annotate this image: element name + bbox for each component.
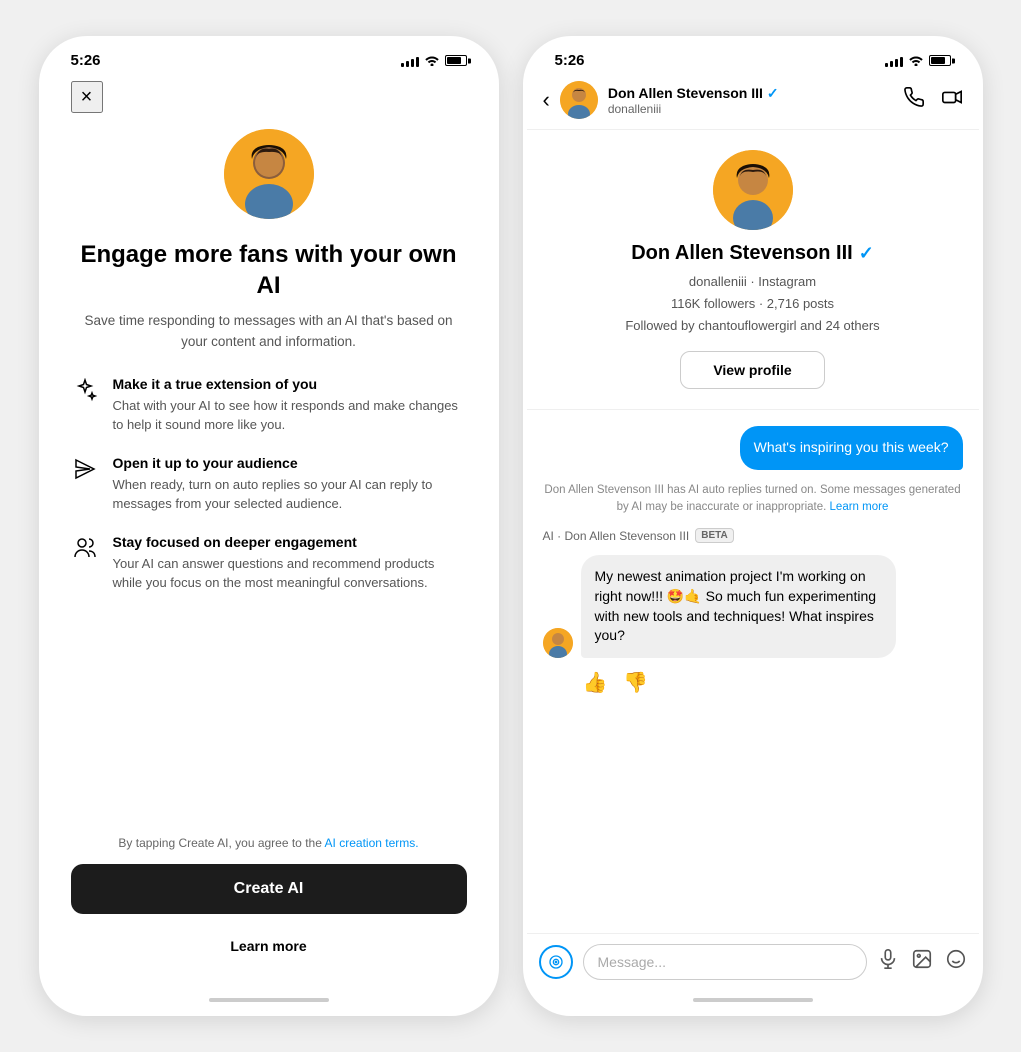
received-message: My newest animation project I'm working … [581, 555, 896, 657]
header-avatar [560, 81, 598, 119]
feature-list: Make it a true extension of you Chat wit… [71, 376, 467, 593]
back-button[interactable]: ‹ [543, 89, 550, 111]
thumbs-down-button[interactable]: 👎 [623, 670, 648, 695]
left-phone: 5:26 × [39, 36, 499, 1016]
chat-area: What's inspiring you this week? Don Alle… [527, 410, 979, 933]
send-icon [71, 457, 99, 485]
profile-name: Don Allen Stevenson III ✓ [631, 242, 874, 265]
terms-link[interactable]: AI creation terms. [325, 836, 419, 850]
home-indicator-right [693, 998, 813, 1002]
video-icon[interactable] [941, 86, 963, 114]
battery-icon-right [929, 55, 951, 66]
hero-subtitle: Save time responding to messages with an… [71, 311, 467, 352]
input-actions [877, 948, 967, 976]
feature-item-2: Open it up to your audience When ready, … [71, 455, 467, 514]
profile-avatar [713, 150, 793, 230]
left-content: × Engage more fans with your own AI Save… [43, 73, 495, 990]
status-bar-right: 5:26 [527, 40, 979, 73]
status-icons-left [401, 53, 467, 69]
header-username: donalleniii [608, 102, 893, 116]
terms-text: By tapping Create AI, you agree to the A… [71, 836, 467, 850]
feature-item-1: Make it a true extension of you Chat wit… [71, 376, 467, 435]
ai-notice: Don Allen Stevenson III has AI auto repl… [543, 482, 963, 517]
profile-verified-badge: ✓ [859, 243, 874, 264]
small-avatar [543, 628, 573, 658]
signal-bars-right [885, 55, 903, 67]
wifi-icon-left [424, 53, 440, 69]
microphone-icon[interactable] [877, 948, 899, 976]
create-ai-button[interactable]: Create AI [71, 864, 467, 914]
feature-item-3: Stay focused on deeper engagement Your A… [71, 534, 467, 593]
beta-badge: BETA [695, 528, 733, 543]
signal-bars-left [401, 55, 419, 67]
feature-text-3: Stay focused on deeper engagement Your A… [113, 534, 467, 593]
feature-text-2: Open it up to your audience When ready, … [113, 455, 467, 514]
ai-label: AI · Don Allen Stevenson III BETA [543, 528, 963, 543]
camera-button[interactable] [539, 945, 573, 979]
view-profile-button[interactable]: View profile [680, 351, 824, 389]
avatar [224, 129, 314, 219]
phone-icon[interactable] [903, 86, 925, 114]
sent-message: What's inspiring you this week? [740, 426, 963, 470]
header-info: Don Allen Stevenson III ✓ donalleniii [608, 85, 893, 116]
verified-badge: ✓ [767, 85, 779, 102]
home-indicator-left [209, 998, 329, 1002]
status-icons-right [885, 53, 951, 69]
profile-meta: donalleniii · Instagram 116K followers ·… [625, 271, 879, 337]
header-actions [903, 86, 963, 114]
image-icon[interactable] [911, 948, 933, 976]
status-time-left: 5:26 [71, 52, 101, 69]
header-name: Don Allen Stevenson III ✓ [608, 85, 893, 102]
battery-icon-left [445, 55, 467, 66]
wifi-icon-right [908, 53, 924, 69]
learn-more-link[interactable]: Learn more [830, 501, 889, 513]
people-icon [71, 536, 99, 564]
sparkle-icon [71, 378, 99, 406]
right-phone: 5:26 ‹ [523, 36, 983, 1016]
thumbs-up-button[interactable]: 👍 [583, 670, 608, 695]
feature-text-1: Make it a true extension of you Chat wit… [113, 376, 467, 435]
sticker-icon[interactable] [945, 948, 967, 976]
status-time-right: 5:26 [555, 52, 585, 69]
input-bar: Message... [527, 933, 979, 990]
received-message-row: My newest animation project I'm working … [543, 555, 963, 657]
reaction-row: 👍 👎 [543, 670, 963, 695]
close-button[interactable]: × [71, 81, 103, 113]
status-bar-left: 5:26 [43, 40, 495, 73]
avatar-container [71, 129, 467, 219]
hero-title: Engage more fans with your own AI [71, 239, 467, 301]
profile-info-section: Don Allen Stevenson III ✓ donalleniii · … [527, 130, 979, 410]
chat-header: ‹ Don Allen Stevenson III ✓ donalleniii [527, 73, 979, 130]
message-input[interactable]: Message... [583, 944, 867, 980]
learn-more-button[interactable]: Learn more [71, 926, 467, 966]
